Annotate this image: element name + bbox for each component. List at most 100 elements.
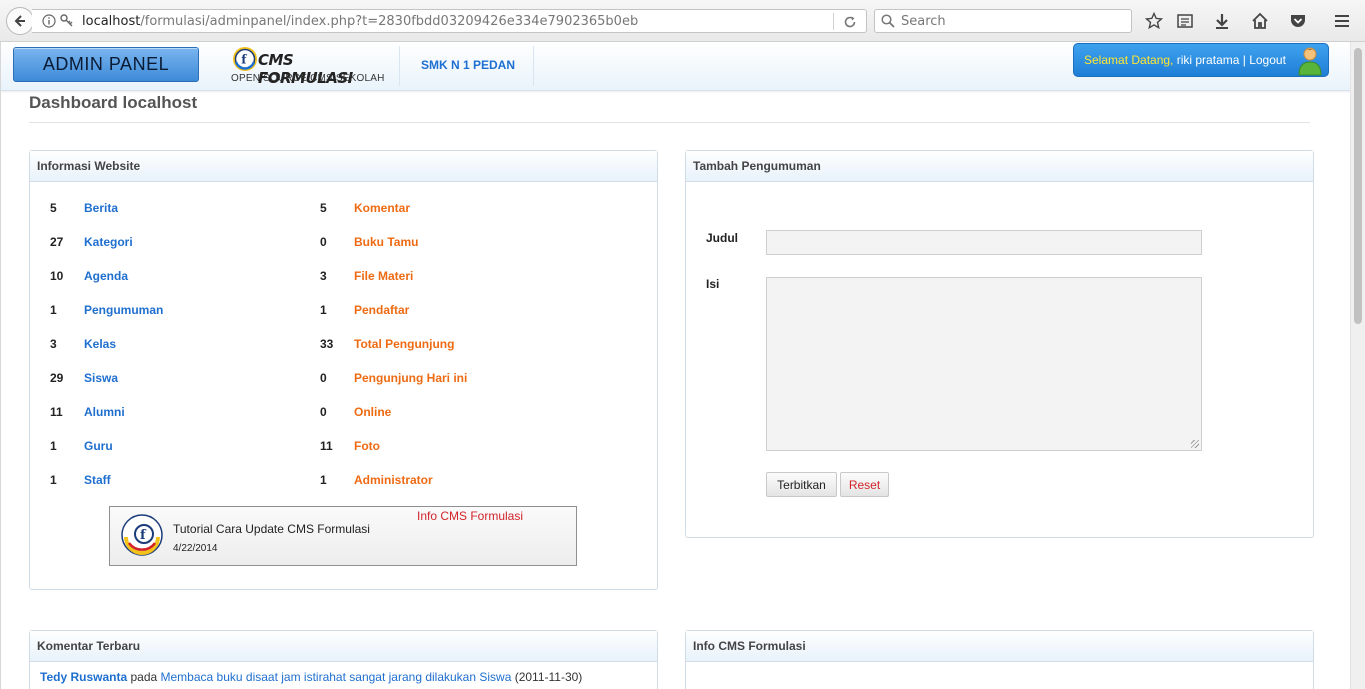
stat-link[interactable]: Kelas [84, 337, 116, 351]
comment-item: Tedy Ruswanta pada Membaca buku disaat j… [40, 670, 582, 684]
stat-link[interactable]: Pengunjung Hari ini [354, 371, 467, 385]
admin-panel-button[interactable]: ADMIN PANEL [13, 47, 199, 82]
stat-item: 33 Total Pengunjung [320, 337, 454, 351]
news-widget[interactable]: f Info CMS Formulasi Tutorial Cara Updat… [109, 506, 577, 566]
search-input[interactable]: Search [874, 9, 1132, 33]
menu-icon[interactable] [1332, 11, 1352, 31]
logo-subtitle: OPEN SOURCE CMS SEKOLAH [231, 73, 385, 84]
stat-link[interactable]: Kategori [84, 235, 133, 249]
stat-count: 0 [320, 235, 327, 249]
stat-count: 3 [50, 337, 57, 351]
news-title[interactable]: Tutorial Cara Update CMS Formulasi [173, 522, 370, 536]
stat-item: 5 Komentar [320, 201, 410, 215]
formulasi-logo-icon: f [233, 47, 257, 71]
stat-count: 11 [50, 405, 63, 419]
reload-button[interactable] [840, 12, 860, 32]
stat-item: 29 Siswa [50, 371, 118, 385]
stat-item: 1 Pengumuman [50, 303, 163, 317]
reset-button[interactable]: Reset [840, 472, 889, 497]
stat-link[interactable]: Pengumuman [84, 303, 163, 317]
url-host: localhost [82, 13, 141, 29]
stat-count: 11 [320, 439, 333, 453]
url-bar[interactable]: localhost/formulasi/adminpanel/index.php… [32, 9, 867, 33]
cms-logo[interactable]: f CMS FORMULASI OPEN SOURCE CMS SEKOLAH [230, 44, 384, 87]
stat-count: 0 [320, 405, 327, 419]
scrollbar-thumb[interactable] [1354, 48, 1362, 324]
stat-count: 10 [50, 269, 64, 283]
formulasi-logo-icon: f [121, 514, 163, 556]
stat-count: 5 [50, 201, 57, 215]
star-icon[interactable] [1144, 11, 1164, 31]
panel-title: Komentar Terbaru [30, 631, 657, 662]
stat-link[interactable]: Staff [84, 473, 111, 487]
stat-link[interactable]: Total Pengunjung [354, 337, 454, 351]
stat-item: 11 Alumni [50, 405, 125, 419]
stat-link[interactable]: Siswa [84, 371, 118, 385]
user-icon [1298, 47, 1322, 76]
stat-link[interactable]: Komentar [354, 201, 410, 215]
judul-input[interactable] [766, 230, 1202, 255]
admin-top-nav: ADMIN PANEL f CMS FORMULASI OPEN SOURCE … [1, 42, 1350, 91]
stat-link[interactable]: Pendaftar [354, 303, 409, 317]
pocket-icon[interactable] [1288, 11, 1308, 31]
stat-item: 27 Kategori [50, 235, 133, 249]
stat-item: 0 Buku Tamu [320, 235, 418, 249]
stat-item: 10 Agenda [50, 269, 128, 283]
stat-link[interactable]: Administrator [354, 473, 433, 487]
page-title: Dashboard localhost [29, 93, 198, 112]
stat-item: 1 Staff [50, 473, 111, 487]
welcome-greeting: Selamat Datang, [1084, 53, 1174, 67]
stat-item: 1 Pendaftar [320, 303, 409, 317]
nav-divider [533, 46, 534, 86]
logout-link[interactable]: Logout [1249, 53, 1286, 67]
browser-toolbar: localhost/formulasi/adminpanel/index.php… [0, 0, 1365, 42]
stat-item: 0 Pengunjung Hari ini [320, 371, 467, 385]
svg-text:f: f [241, 53, 247, 67]
nav-divider [399, 46, 400, 86]
stat-item: 3 File Materi [320, 269, 413, 283]
recent-comments-panel: Komentar Terbaru Tedy Ruswanta pada Memb… [29, 630, 658, 689]
stat-link[interactable]: Alumni [84, 405, 125, 419]
comment-author[interactable]: Tedy Ruswanta [40, 670, 127, 684]
stat-link[interactable]: Foto [354, 439, 380, 453]
stat-count: 0 [320, 371, 327, 385]
panel-title: Informasi Website [30, 151, 657, 182]
title-divider [29, 122, 1310, 123]
stat-count: 1 [50, 303, 57, 317]
comment-connector: pada [127, 670, 161, 684]
key-icon[interactable] [60, 14, 74, 28]
publish-button[interactable]: Terbitkan [766, 472, 837, 497]
reading-list-icon[interactable] [1175, 11, 1195, 31]
info-cms-panel: Info CMS Formulasi [685, 630, 1314, 689]
stat-item: 0 Online [320, 405, 391, 419]
stat-link[interactable]: File Materi [354, 269, 413, 283]
school-link[interactable]: SMK N 1 PEDAN [421, 58, 515, 72]
page-scrollbar[interactable] [1350, 42, 1365, 689]
reload-icon [844, 16, 856, 28]
search-icon [881, 14, 895, 28]
panel-title: Info CMS Formulasi [686, 631, 1313, 662]
back-button[interactable] [6, 7, 34, 35]
stat-link[interactable]: Agenda [84, 269, 128, 283]
stat-item: 1 Administrator [320, 473, 433, 487]
comment-post-link[interactable]: Membaca buku disaat jam istirahat sangat… [161, 670, 512, 684]
info-icon[interactable] [42, 14, 56, 28]
stat-link[interactable]: Buku Tamu [354, 235, 418, 249]
stat-link[interactable]: Online [354, 405, 391, 419]
isi-textarea[interactable] [766, 277, 1202, 451]
stat-count: 5 [320, 201, 327, 215]
stat-count: 29 [50, 371, 64, 385]
stat-link[interactable]: Guru [84, 439, 113, 453]
stat-count: 27 [50, 235, 64, 249]
add-announcement-panel: Tambah Pengumuman Judul Isi Terbitkan Re… [685, 150, 1314, 538]
url-path: /formulasi/adminpanel/index.php?t=2830fb… [140, 13, 639, 29]
download-icon[interactable] [1212, 11, 1232, 31]
stat-count: 3 [320, 269, 327, 283]
stat-count: 1 [320, 303, 327, 317]
resize-handle[interactable] [1191, 440, 1199, 448]
home-icon[interactable] [1250, 11, 1270, 31]
stat-count: 33 [320, 337, 334, 351]
stat-count: 1 [50, 473, 57, 487]
comment-date: (2011-11-30) [511, 670, 583, 684]
stat-link[interactable]: Berita [84, 201, 118, 215]
